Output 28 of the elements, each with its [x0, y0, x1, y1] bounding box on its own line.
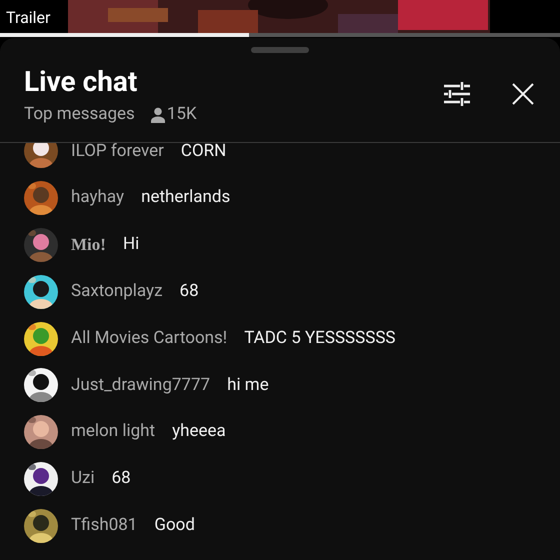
author-name[interactable]: Tfish081: [71, 513, 138, 539]
viewer-count: 15K: [166, 103, 197, 126]
person-icon: [150, 106, 166, 123]
close-button[interactable]: [511, 82, 535, 106]
message-text: Good: [154, 514, 195, 538]
author-name[interactable]: Mio!: [71, 232, 106, 258]
author-name[interactable]: Just_drawing7777: [71, 372, 210, 398]
author-name[interactable]: ILOP forever: [71, 143, 164, 164]
author-name[interactable]: Saxtonplayz: [71, 279, 163, 305]
author-name[interactable]: Uzi: [71, 466, 95, 492]
author-name[interactable]: melon light: [71, 419, 156, 445]
message-text: Hi: [122, 233, 140, 256]
message-text: hi me: [227, 374, 269, 397]
author-name[interactable]: hayhay: [71, 185, 124, 211]
close-icon: [512, 83, 534, 105]
progress-bar[interactable]: [0, 33, 560, 37]
panel-title: Live chat: [24, 64, 138, 100]
filter-settings-button[interactable]: [443, 80, 471, 108]
message-text: yheeea: [172, 420, 226, 444]
author-name[interactable]: All Movies Cartoons!: [71, 326, 228, 352]
sliders-icon: [443, 82, 471, 106]
message-text: netherlands: [141, 186, 230, 210]
message-text: TADC 5 YESSSSSSS: [244, 326, 396, 350]
message-text: 68: [112, 467, 131, 490]
chat-mode-label[interactable]: Top messages: [24, 102, 135, 128]
message-text: 68: [180, 280, 199, 304]
drag-handle[interactable]: [251, 47, 309, 53]
message-text: CORN: [180, 143, 226, 163]
